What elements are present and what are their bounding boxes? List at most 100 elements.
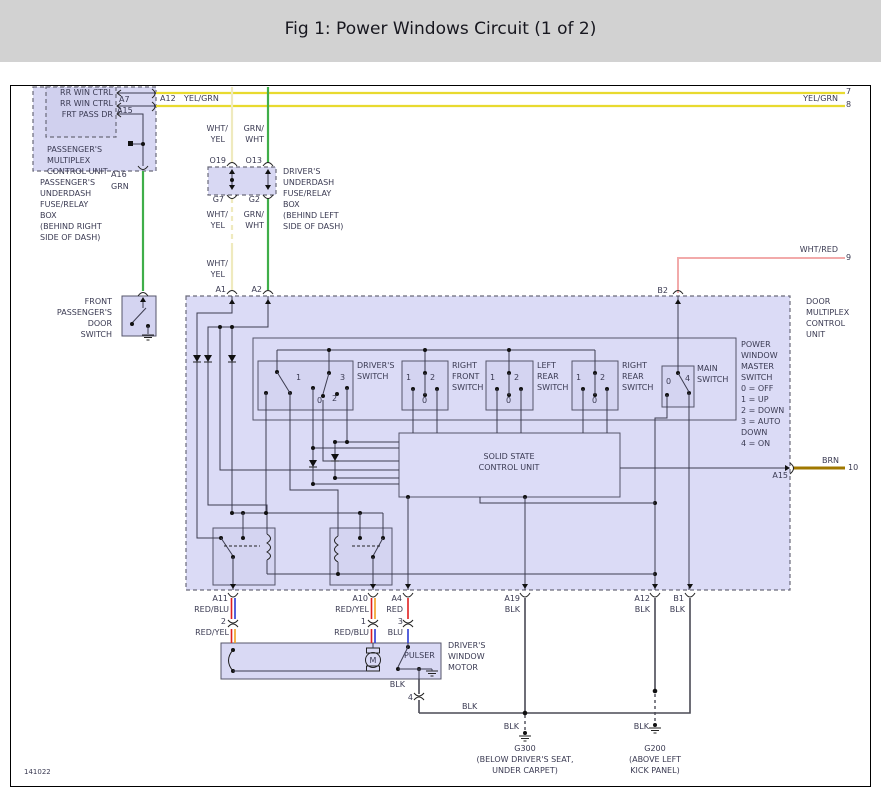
label-dmcu-4: UNIT — [806, 330, 826, 339]
label-a4-color: RED — [386, 605, 403, 614]
label-dufb-1: DRIVER'S — [283, 167, 321, 176]
label-a11-color: RED/BLU — [194, 605, 229, 614]
label-legend-4: SWITCH — [741, 373, 773, 382]
g300-ground-icon — [519, 710, 531, 742]
label-legend-6: 1 = UP — [741, 395, 769, 404]
label-whtyel-c1: WHT/ — [206, 259, 228, 268]
label-motor-lbl-2: WINDOW — [448, 652, 485, 661]
label-a4-color2: BLU — [387, 628, 403, 637]
label-a10-color: RED/YEL — [335, 605, 369, 614]
label-sscu-2: CONTROL UNIT — [478, 463, 540, 472]
label-conn-b2: B2 — [657, 286, 668, 295]
label-conn-a2: A2 — [251, 285, 262, 294]
label-whtyel-a2: YEL — [210, 135, 225, 144]
label-lr-pos-2: 2 — [514, 373, 520, 382]
label-conn-a16: A16 — [111, 170, 127, 179]
label-pufb-1: PASSENGER'S — [40, 178, 96, 187]
label-grn-lbl: GRN — [111, 182, 129, 191]
label-whtyel-b1: WHT/ — [206, 210, 228, 219]
wht-red-wire — [677, 257, 845, 293]
label-main-sw-2: SWITCH — [697, 375, 729, 384]
label-g300-loc2: UNDER CARPET) — [492, 766, 558, 775]
wiring-diagram-page: Fig 1: Power Windows Circuit (1 of 2) RR… — [0, 0, 881, 794]
label-conn-g7: G7 — [212, 195, 224, 204]
label-dufb-5: (BEHIND LEFT — [283, 211, 339, 220]
label-rr-win-ctrl-2: RR WIN CTRL — [60, 99, 113, 108]
label-pufb-5: (BEHIND RIGHT — [40, 222, 102, 231]
label-a10-color2: RED/BLU — [334, 628, 369, 637]
label-rr-pos-1: 1 — [576, 373, 582, 382]
yel-grn-wires — [156, 91, 845, 108]
label-grnwht-b2: WHT — [245, 221, 264, 230]
label-rf-pos-2: 2 — [430, 373, 436, 382]
driver-underdash-fuse-box — [207, 166, 277, 196]
label-conn-a1: A1 — [215, 285, 226, 294]
label-conn-a4: A4 — [391, 594, 402, 603]
label-conn-2: 2 — [220, 617, 226, 626]
label-blk-motor: BLK — [389, 680, 405, 689]
label-rr-sw-1: RIGHT — [622, 361, 648, 370]
label-dufb-2: UNDERDASH — [283, 178, 335, 187]
label-pmcu-2: MULTIPLEX — [47, 156, 91, 165]
label-grnwht-a2: WHT — [245, 135, 264, 144]
label-legend-2: WINDOW — [741, 351, 778, 360]
label-lr-sw-2: REAR — [537, 372, 559, 381]
label-dufb-4: BOX — [283, 200, 300, 209]
label-g200-loc2: KICK PANEL) — [630, 766, 680, 775]
label-pufb-2: UNDERDASH — [40, 189, 92, 198]
label-rr-win-ctrl-1: RR WIN CTRL — [60, 88, 113, 97]
label-legend-8: 3 = AUTO — [741, 417, 781, 426]
label-fps-2: PASSENGER'S — [56, 308, 112, 317]
label-ms-pos-4: 4 — [685, 374, 691, 383]
label-legend-5: 0 = OFF — [741, 384, 774, 393]
label-a19-color: BLK — [504, 605, 520, 614]
label-legend-1: POWER — [741, 340, 771, 349]
label-num-10: 10 — [848, 463, 859, 472]
label-fps-3: DOOR — [87, 319, 112, 328]
label-yelgrn-r: YEL/GRN — [803, 94, 838, 103]
label-rr-pos-2: 2 — [600, 373, 606, 382]
label-motor-lbl-3: MOTOR — [448, 663, 478, 672]
label-b1-color: BLK — [669, 605, 685, 614]
label-conn-a15-r: A15 — [772, 471, 788, 480]
label-legend-3: MASTER — [741, 362, 774, 371]
label-whtyel-c2: YEL — [210, 270, 225, 279]
label-g300: G300 — [514, 744, 536, 753]
label-motor-lbl-1: DRIVER'S — [448, 641, 486, 650]
label-lr-sw-1: LEFT — [537, 361, 556, 370]
label-dufb-3: FUSE/RELAY — [283, 189, 332, 198]
label-rr-sw-2: REAR — [622, 372, 644, 381]
label-conn-o19: O19 — [209, 156, 226, 165]
label-pulser-lbl: PULSER — [404, 651, 435, 660]
label-dufb-6: SIDE OF DASH) — [283, 222, 344, 231]
label-a11-color2: RED/YEL — [195, 628, 229, 637]
label-conn-a19: A19 — [504, 594, 520, 603]
label-rf-pos-1: 1 — [406, 373, 412, 382]
label-dmcu-3: CONTROL — [806, 319, 846, 328]
label-conn-a10: A10 — [352, 594, 368, 603]
label-a12-color: BLK — [634, 605, 650, 614]
label-conn-4: 4 — [407, 693, 413, 702]
label-drv-pos-1: 1 — [296, 373, 302, 382]
label-drv-sw-1: DRIVER'S — [357, 361, 395, 370]
label-conn-3: 3 — [397, 617, 403, 626]
label-g200-loc1: (ABOVE LEFT — [628, 755, 682, 764]
label-lr-pos-1: 1 — [490, 373, 496, 382]
label-dmcu-1: DOOR — [806, 297, 831, 306]
label-pufb-4: BOX — [40, 211, 57, 220]
a10-wires — [370, 598, 376, 643]
label-yelgrn-tl: YEL/GRN — [184, 94, 219, 103]
label-blk-horiz: BLK — [462, 702, 478, 711]
label-main-sw-1: MAIN — [697, 364, 718, 373]
label-ms-pos-0: 0 — [666, 377, 672, 386]
label-lr-sw-3: SWITCH — [537, 383, 569, 392]
a11-wires — [230, 598, 236, 643]
label-legend-7: 2 = DOWN — [741, 406, 785, 415]
label-conn-a7: A7 — [119, 95, 130, 104]
label-conn-a15-tl: A15 — [117, 106, 133, 115]
label-conn-o13: O13 — [245, 156, 262, 165]
label-num-9: 9 — [846, 253, 852, 262]
label-sscu-1: SOLID STATE — [483, 452, 535, 461]
label-drv-sw-2: SWITCH — [357, 372, 389, 381]
label-rf-sw-2: FRONT — [452, 372, 480, 381]
